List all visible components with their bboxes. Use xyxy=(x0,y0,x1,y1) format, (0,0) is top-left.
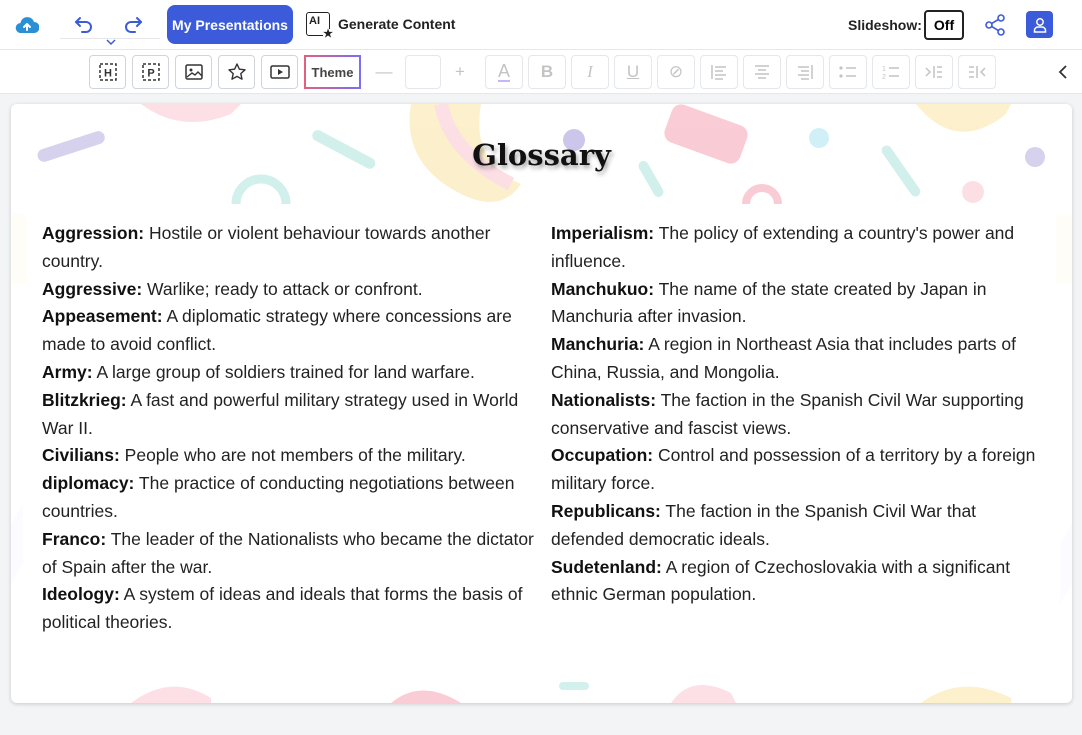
glossary-entry: Nationalists: The faction in the Spanish… xyxy=(551,387,1051,443)
svg-text:1: 1 xyxy=(882,66,886,73)
underline-icon[interactable]: U xyxy=(614,55,652,89)
glossary-entry: Civilians: People who are not members of… xyxy=(42,442,537,470)
glossary-entry: Blitzkrieg: A fast and powerful military… xyxy=(42,387,537,443)
glossary-entry: Army: A large group of soldiers trained … xyxy=(42,359,537,387)
redo-icon[interactable] xyxy=(121,12,145,36)
glossary-entry: diplomacy: The practice of conducting ne… xyxy=(42,470,537,526)
font-size-increase-icon[interactable]: + xyxy=(445,55,475,89)
paragraph-icon: P xyxy=(141,63,160,81)
glossary-term: Blitzkrieg: xyxy=(42,389,127,410)
user-account-button[interactable] xyxy=(1026,11,1053,38)
theme-button[interactable]: Theme xyxy=(304,55,361,89)
heading-glyph: H xyxy=(104,68,112,80)
bullet-list-icon[interactable] xyxy=(829,55,867,89)
ai-icon: AI ★ xyxy=(306,12,333,40)
ai-badge-label: AI xyxy=(309,15,320,27)
slideshow-label: Slideshow: xyxy=(848,17,922,33)
slideshow-toggle[interactable]: Off xyxy=(924,10,964,40)
glossary-term: diplomacy: xyxy=(42,473,135,494)
top-bar: My Presentations AI ★ Generate Content Sl… xyxy=(0,0,1082,50)
italic-icon[interactable]: I xyxy=(571,55,609,89)
align-left-icon[interactable] xyxy=(700,55,738,89)
svg-text:2: 2 xyxy=(882,74,886,80)
glossary-entry: Aggressive: Warlike; ready to attack or … xyxy=(42,276,537,304)
glossary-term: Ideology: xyxy=(42,584,120,605)
glossary-term: Republicans: xyxy=(551,500,661,521)
glossary-term: Imperialism: xyxy=(551,223,655,243)
glossary-definition: A large group of soldiers trained for la… xyxy=(92,361,475,382)
image-icon xyxy=(184,64,203,80)
glossary-entry: Appeasement: A diplomatic strategy where… xyxy=(42,303,537,359)
slide-title[interactable]: Glossary xyxy=(11,138,1072,172)
font-size-decrease-icon[interactable]: — xyxy=(369,55,399,89)
glossary-term: Sudetenland: xyxy=(551,556,662,577)
share-icon[interactable] xyxy=(983,13,1007,37)
slide-canvas[interactable]: Glossary Aggression: Hostile or violent … xyxy=(11,104,1072,703)
indent-icon[interactable] xyxy=(915,55,953,89)
glossary-entry: Manchuria: A region in Northeast Asia th… xyxy=(551,331,1051,387)
glossary-term: Nationalists: xyxy=(551,389,657,410)
insert-shape-button[interactable] xyxy=(218,55,255,89)
glossary-term: Appeasement: xyxy=(42,306,163,327)
insert-image-button[interactable] xyxy=(175,55,212,89)
glossary-term: Civilians: xyxy=(42,445,120,466)
glossary-entry: Imperialism: The policy of extending a c… xyxy=(551,220,1051,276)
video-icon xyxy=(269,65,290,79)
glossary-entry: Occupation: Control and possession of a … xyxy=(551,442,1051,498)
glossary-left-column[interactable]: Aggression: Hostile or violent behaviour… xyxy=(42,220,537,637)
glossary-definition: Warlike; ready to attack or confront. xyxy=(142,278,423,299)
heading-icon: H xyxy=(98,63,117,81)
bold-icon[interactable]: B xyxy=(528,55,566,89)
generate-content-button[interactable]: AI ★ Generate Content xyxy=(306,12,456,40)
glossary-entry: Manchukuo: The name of the state created… xyxy=(551,276,1051,332)
glossary-entry: Sudetenland: A region of Czechoslovakia … xyxy=(551,554,1051,610)
glossary-definition: The leader of the Nationalists who becam… xyxy=(42,528,534,577)
glossary-term: Franco: xyxy=(42,528,107,549)
align-center-icon[interactable] xyxy=(743,55,781,89)
star-icon xyxy=(227,63,246,80)
user-icon xyxy=(1033,17,1046,33)
collapse-toolbar-icon[interactable] xyxy=(1052,55,1074,89)
cloud-save-icon[interactable] xyxy=(14,13,40,37)
numbered-list-icon[interactable]: 12 xyxy=(872,55,910,89)
glossary-term: Manchuria: xyxy=(551,334,645,355)
format-toolbar: H P Theme — + A B I U ⊘ 12 xyxy=(0,50,1082,94)
glossary-term: Aggressive: xyxy=(42,278,143,299)
glossary-entry: Franco: The leader of the Nationalists w… xyxy=(42,526,537,582)
glossary-right-column[interactable]: Imperialism: The policy of extending a c… xyxy=(551,220,1051,609)
glossary-entry: Aggression: Hostile or violent behaviour… xyxy=(42,220,537,276)
generate-content-label: Generate Content xyxy=(338,16,456,32)
glossary-term: Army: xyxy=(42,361,93,382)
clear-format-icon[interactable]: ⊘ xyxy=(657,55,695,89)
my-presentations-button[interactable]: My Presentations xyxy=(167,5,293,44)
align-right-icon[interactable] xyxy=(786,55,824,89)
glossary-definition: People who are not members of the milita… xyxy=(119,445,466,466)
outdent-icon[interactable] xyxy=(958,55,996,89)
insert-video-button[interactable] xyxy=(261,55,298,89)
undo-icon[interactable] xyxy=(72,12,96,36)
insert-heading-button[interactable]: H xyxy=(89,55,126,89)
glossary-entry: Ideology: A system of ideas and ideals t… xyxy=(42,581,537,637)
chevron-down-icon[interactable] xyxy=(104,36,118,48)
glossary-term: Occupation: xyxy=(551,445,654,466)
glossary-entry: Republicans: The faction in the Spanish … xyxy=(551,498,1051,554)
glossary-term: Manchukuo: xyxy=(551,278,655,299)
paragraph-glyph: P xyxy=(147,68,154,80)
insert-paragraph-button[interactable]: P xyxy=(132,55,169,89)
text-color-icon[interactable]: A xyxy=(485,55,523,89)
glossary-term: Aggression: xyxy=(42,223,145,243)
font-size-input[interactable] xyxy=(405,55,441,89)
